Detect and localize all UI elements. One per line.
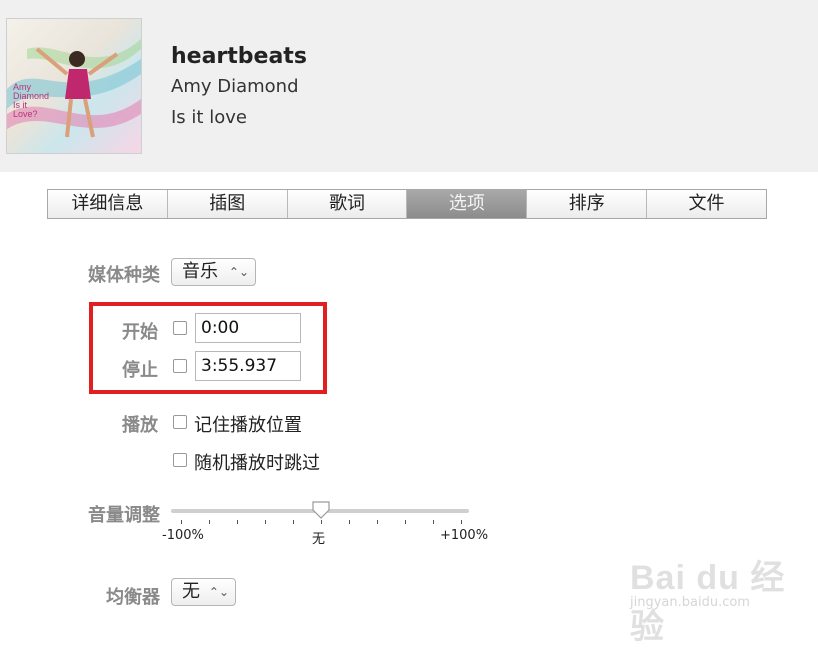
playback-label: 播放 [122,415,158,436]
track-header: Amy Diamond Is it Love? heartbeats Amy D… [0,0,818,172]
volume-tick [265,520,266,524]
equalizer-label: 均衡器 [106,587,160,608]
remember-position-label[interactable]: 记住播放位置 [194,411,302,437]
volume-tick [433,520,434,524]
equalizer-value: 无 [182,581,200,602]
skip-shuffle-checkbox[interactable] [173,453,187,467]
track-album: Is it love [171,107,247,128]
volume-label: 音量调整 [88,505,160,526]
volume-tick [377,520,378,524]
volume-tick [349,520,350,524]
volume-max-label: +100% [440,528,489,543]
track-artist: Amy Diamond [171,76,299,97]
start-label: 开始 [122,322,158,343]
media-kind-select[interactable]: 音乐 ⌃⌄ [171,258,256,286]
stop-label: 停止 [122,360,158,381]
media-kind-label: 媒体种类 [88,265,160,286]
volume-tick [405,520,406,524]
start-time-field[interactable]: 0:00 [195,313,301,343]
volume-mid-label: 无 [312,532,326,547]
start-checkbox[interactable] [173,321,187,335]
info-tabs: 详细信息 插图 歌词 选项 排序 文件 [47,189,767,219]
tab-artwork[interactable]: 插图 [168,190,288,218]
remember-position-checkbox[interactable] [173,415,187,429]
track-title: heartbeats [171,44,307,69]
artwork-caption: Amy Diamond Is it Love? [13,82,50,119]
stop-checkbox[interactable] [173,359,187,373]
volume-tick [321,520,322,524]
tab-file[interactable]: 文件 [647,190,766,218]
tab-sorting[interactable]: 排序 [527,190,648,218]
select-arrows-icon: ⌃⌄ [228,265,249,279]
tab-details[interactable]: 详细信息 [48,190,168,218]
tab-lyrics[interactable]: 歌词 [288,190,408,218]
volume-tick [209,520,210,524]
volume-tick [293,520,294,524]
equalizer-select[interactable]: 无 ⌃⌄ [171,578,236,606]
baidu-watermark: Bai du 经验 jingyan.baidu.com [624,548,814,646]
album-artwork[interactable]: Amy Diamond Is it Love? [6,18,142,154]
volume-min-label: -100% [162,528,204,543]
watermark-url: jingyan.baidu.com [630,595,750,610]
volume-tick [237,520,238,524]
volume-tick [181,520,182,524]
volume-slider-thumb[interactable] [311,500,331,520]
skip-shuffle-label[interactable]: 随机播放时跳过 [194,449,320,475]
tab-options[interactable]: 选项 [407,190,528,218]
volume-tick [461,520,462,524]
stop-time-field[interactable]: 3:55.937 [195,351,301,381]
media-kind-value: 音乐 [182,261,218,282]
select-arrows-icon: ⌃⌄ [208,585,229,599]
